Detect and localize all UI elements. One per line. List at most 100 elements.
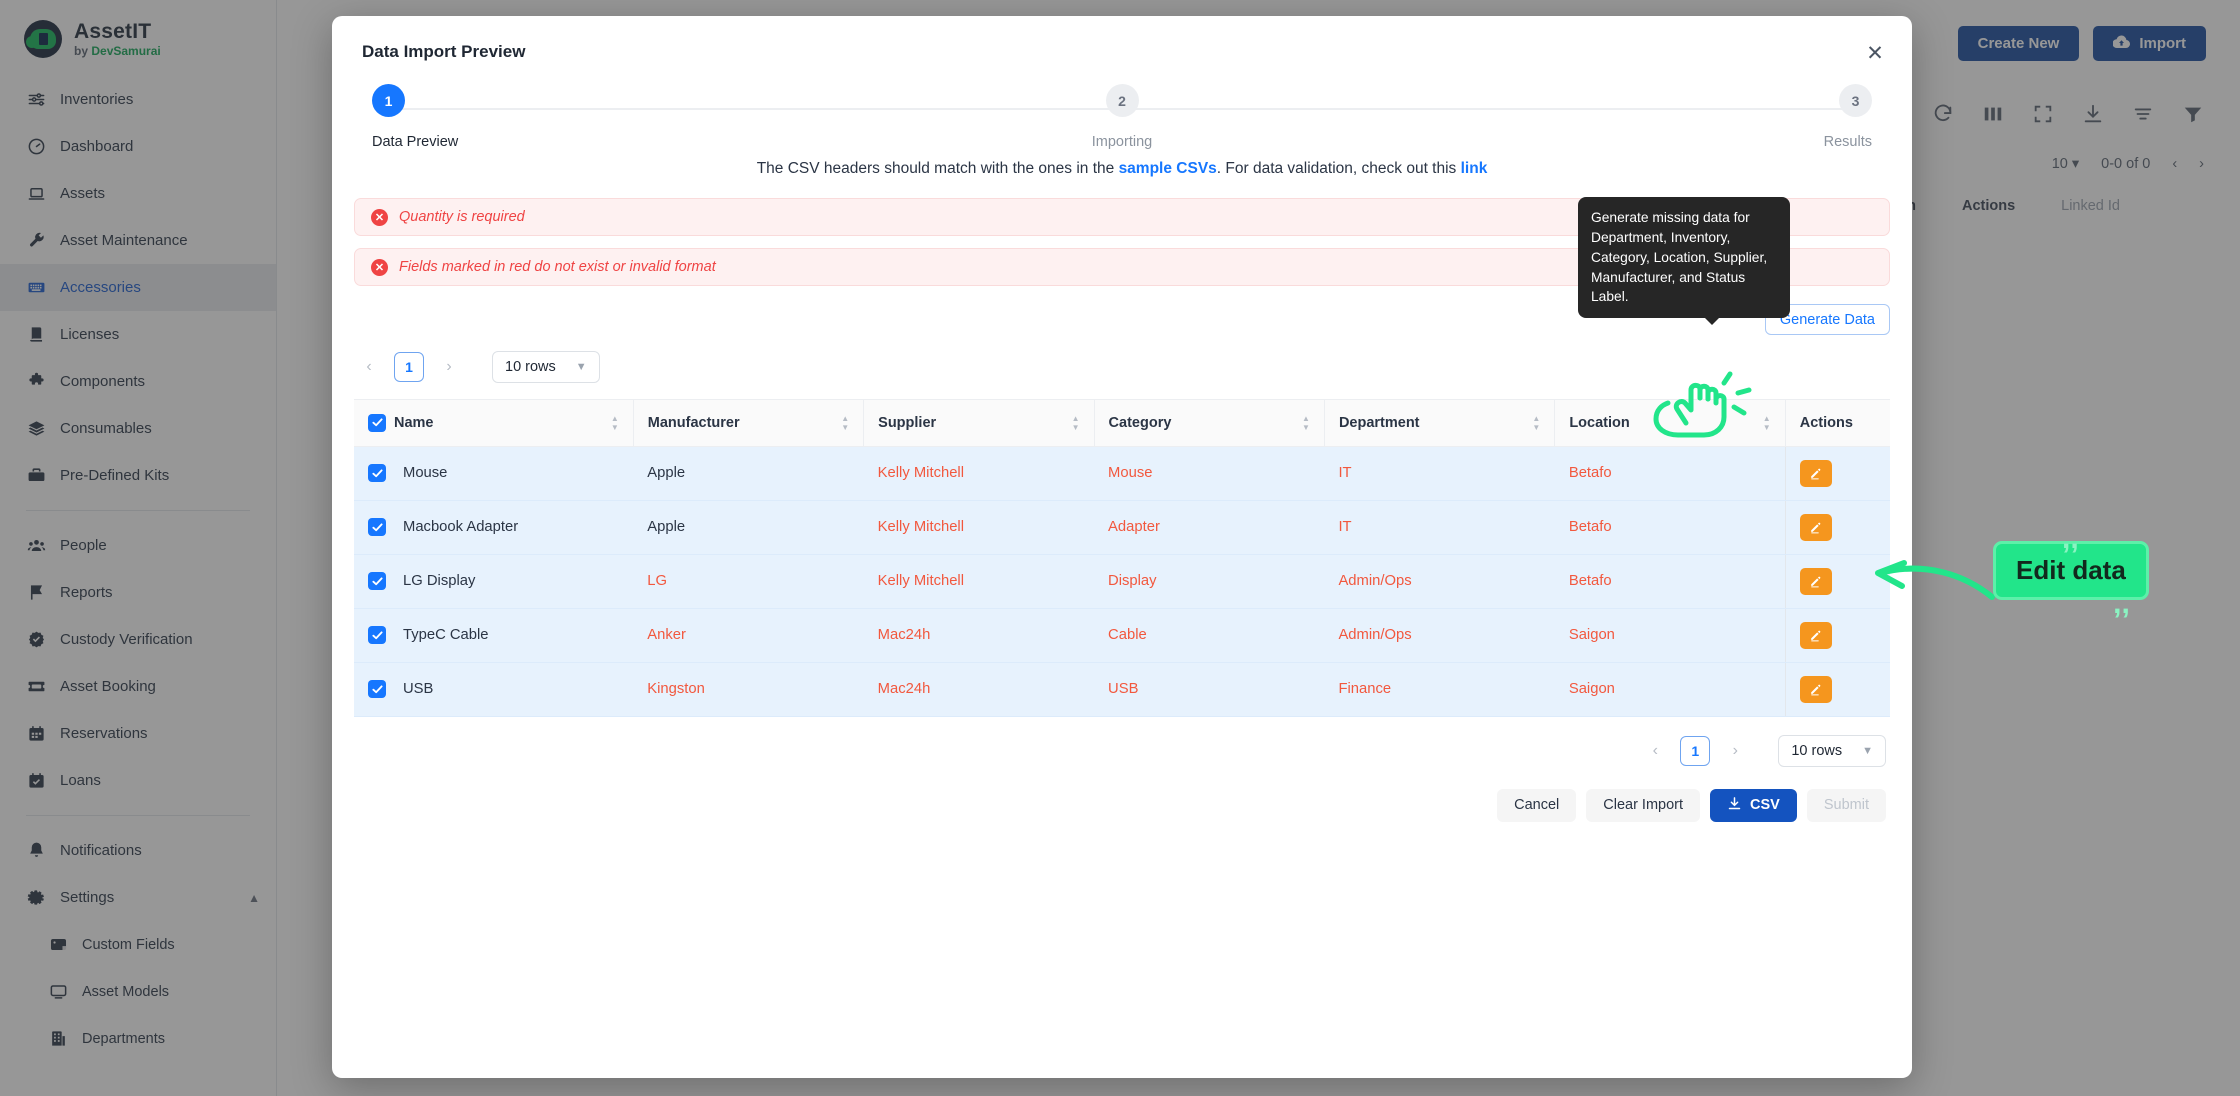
import-stepper: 1 Data Preview 2 Importing 3 Results — [372, 84, 1872, 154]
table-header-label: Category — [1108, 414, 1172, 431]
table-header-location: Location ▲ ▼ — [1554, 400, 1786, 447]
select-all-checkbox[interactable] — [368, 413, 386, 432]
sample-csvs-link[interactable]: sample CSVs — [1119, 160, 1217, 177]
cell-department: IT — [1324, 446, 1555, 501]
generate-data-row: Generate missing data for Department, In… — [332, 197, 1912, 335]
clear-import-button[interactable]: Clear Import — [1586, 788, 1701, 822]
sort-toggle-icon[interactable]: ▲ ▼ — [1302, 414, 1310, 431]
table-row[interactable]: Macbook Adapter Apple Kelly Mitchell Adapt… — [354, 500, 1890, 555]
csv-hint: The CSV headers should match with the on… — [332, 160, 1912, 178]
cell-location: Saigon — [1554, 662, 1786, 717]
cancel-button[interactable]: Cancel — [1497, 788, 1577, 822]
cell-department: IT — [1324, 500, 1555, 555]
error-icon: ✕ — [371, 258, 388, 276]
cell-text: Mouse — [403, 465, 448, 481]
cell-text: TypeC Cable — [403, 627, 489, 643]
cell-supplier: Kelly Mitchell — [863, 554, 1095, 609]
cell-text: USB — [403, 681, 434, 697]
cell-name: Macbook Adapter — [354, 500, 634, 555]
next-page-button-top[interactable]: › — [434, 352, 464, 382]
cell-category: Adapter — [1094, 500, 1325, 555]
cell-manufacturer: Apple — [633, 500, 864, 555]
stepper-step-label: Data Preview — [372, 134, 459, 150]
row-checkbox[interactable] — [368, 572, 386, 590]
cell-category: Mouse — [1094, 446, 1325, 501]
cell-supplier: Kelly Mitchell — [863, 500, 1095, 555]
csv-hint-part1: The CSV headers should match with the on… — [756, 160, 1119, 177]
table-row[interactable]: Mouse Apple Kelly Mitchell Mouse IT Betafo — [354, 446, 1890, 501]
edit-row-button[interactable] — [1799, 675, 1832, 703]
quote-mark-icon: ,, — [2113, 587, 2130, 620]
edit-row-button[interactable] — [1799, 513, 1832, 541]
table-pager-bottom: ‹ 1 › 10 rows ▼ — [332, 717, 1912, 767]
table-row[interactable]: TypeC Cable Anker Mac24h Cable Admin/Ops Sai… — [354, 608, 1890, 663]
cell-supplier: Mac24h — [863, 608, 1095, 663]
cell-actions — [1784, 500, 1890, 555]
close-icon[interactable]: ✕ — [1860, 38, 1890, 68]
csv-button-label: CSV — [1750, 797, 1780, 813]
row-checkbox[interactable] — [368, 464, 386, 482]
table-row[interactable]: LG Display LG Kelly Mitchell Display Admin/… — [354, 554, 1890, 609]
cell-manufacturer: LG — [633, 554, 864, 609]
rows-per-page-select-bottom[interactable]: 10 rows ▼ — [1778, 734, 1886, 767]
row-checkbox[interactable] — [368, 626, 386, 644]
cell-location: Betafo — [1554, 500, 1786, 555]
cell-location: Betafo — [1554, 446, 1786, 501]
table-header-manufacturer: Manufacturer ▲ ▼ — [633, 400, 865, 447]
table-header-label: Supplier — [878, 414, 937, 431]
cell-supplier: Mac24h — [863, 662, 1095, 717]
sort-toggle-icon[interactable]: ▲ ▼ — [1763, 414, 1771, 431]
prev-page-button-top[interactable]: ‹ — [354, 352, 384, 382]
cell-department: Finance — [1324, 662, 1555, 717]
error-icon: ✕ — [371, 208, 388, 226]
cell-name: TypeC Cable — [354, 608, 634, 663]
rows-per-page-value-top: 10 rows — [505, 359, 556, 375]
sort-toggle-icon[interactable]: ▲ ▼ — [1072, 414, 1080, 431]
stepper-step-number: 1 — [372, 84, 405, 117]
validation-link[interactable]: link — [1461, 160, 1488, 177]
stepper-step-2[interactable]: 2 Importing — [1062, 84, 1182, 150]
table-body: Mouse Apple Kelly Mitchell Mouse IT Betafo M… — [354, 446, 1890, 717]
stepper-step-1[interactable]: 1 Data Preview — [372, 84, 492, 150]
sort-toggle-icon[interactable]: ▲ ▼ — [841, 414, 849, 431]
next-page-button-bottom[interactable]: › — [1720, 736, 1750, 766]
table-header-label: Department — [1338, 414, 1420, 431]
cell-name: LG Display — [354, 554, 634, 609]
edit-row-button[interactable] — [1799, 621, 1832, 649]
sort-toggle-icon[interactable]: ▲ ▼ — [1532, 414, 1540, 431]
table-header-label: Actions — [1799, 414, 1853, 431]
cell-category: Cable — [1094, 608, 1325, 663]
sort-toggle-icon[interactable]: ▲ ▼ — [611, 414, 619, 431]
prev-page-button-bottom[interactable]: ‹ — [1640, 736, 1670, 766]
rows-per-page-select-top[interactable]: 10 rows ▼ — [492, 351, 600, 383]
row-checkbox[interactable] — [368, 680, 386, 698]
modal-title: Data Import Preview — [362, 42, 526, 61]
table-header-label: Location — [1569, 414, 1630, 431]
table-row[interactable]: USB Kingston Mac24h USB Finance Saigon — [354, 662, 1890, 717]
table-header-label: Manufacturer — [647, 414, 740, 431]
modal-header: Data Import Preview ✕ — [332, 16, 1912, 64]
cell-name: USB — [354, 662, 634, 717]
csv-hint-part2: . For data validation, check out this — [1216, 160, 1461, 177]
cell-name: Mouse — [354, 446, 634, 501]
table-header-supplier: Supplier ▲ ▼ — [863, 400, 1095, 447]
row-checkbox[interactable] — [368, 518, 386, 536]
edit-row-button[interactable] — [1799, 459, 1832, 487]
validation-alert-text: Quantity is required — [399, 209, 525, 225]
cell-manufacturer: Kingston — [633, 662, 864, 717]
edit-row-button[interactable] — [1799, 567, 1832, 595]
cell-actions — [1784, 662, 1890, 717]
page-number-top[interactable]: 1 — [394, 352, 424, 382]
csv-download-button[interactable]: CSV — [1710, 788, 1797, 822]
cell-actions — [1784, 446, 1890, 501]
download-icon — [1727, 796, 1742, 815]
modal-footer: Cancel Clear Import CSV Submit — [332, 767, 1912, 822]
table-header-category: Category ▲ ▼ — [1094, 400, 1325, 447]
chevron-down-icon: ▼ — [1862, 744, 1873, 757]
table-header-name: Name ▲ ▼ — [354, 400, 634, 447]
cell-actions — [1784, 554, 1890, 609]
submit-button[interactable]: Submit — [1806, 788, 1886, 822]
page-number-bottom[interactable]: 1 — [1680, 735, 1711, 766]
quote-mark-icon: ,, — [2062, 522, 2079, 555]
stepper-step-3[interactable]: 3 Results — [1752, 84, 1872, 150]
